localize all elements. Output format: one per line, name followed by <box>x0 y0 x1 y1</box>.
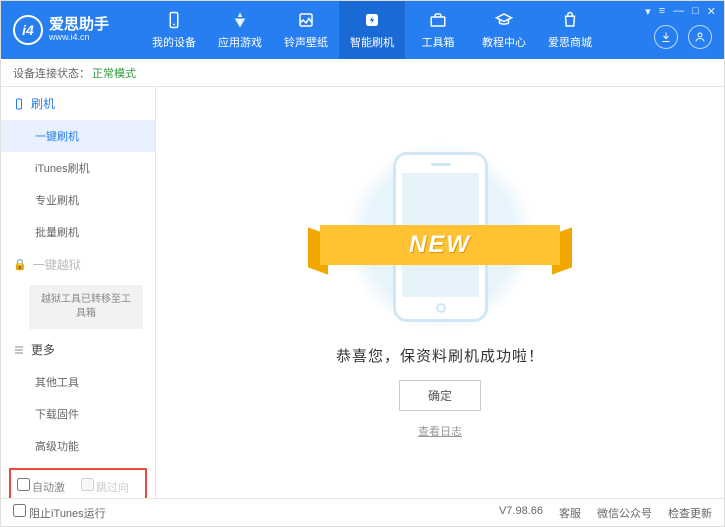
status-value: 正常模式 <box>92 65 136 81</box>
ribbon-text: NEW <box>409 231 471 259</box>
wallpaper-icon <box>296 10 316 30</box>
view-log-link[interactable]: 查看日志 <box>418 423 462 439</box>
group-title: 一键越狱 <box>33 256 81 273</box>
maximize-icon[interactable]: □ <box>692 5 699 18</box>
version-label: V7.98.66 <box>499 505 543 521</box>
nav-label: 我的设备 <box>152 34 196 50</box>
nav-label: 应用游戏 <box>218 34 262 50</box>
nav-my-device[interactable]: 我的设备 <box>141 1 207 59</box>
nav-label: 工具箱 <box>422 34 455 50</box>
close-icon[interactable]: ✕ <box>707 5 716 18</box>
sidebar-item-download[interactable]: 下载固件 <box>1 398 155 430</box>
list-icon <box>13 344 25 356</box>
tutorial-icon <box>494 10 514 30</box>
nav-ringtones[interactable]: 铃声壁纸 <box>273 1 339 59</box>
top-nav: 我的设备 应用游戏 铃声壁纸 智能刷机 工具箱 教程中心 <box>141 1 603 59</box>
nav-label: 智能刷机 <box>350 34 394 50</box>
download-button[interactable] <box>654 25 678 49</box>
phone-icon <box>164 10 184 30</box>
success-message: 恭喜您，保资料刷机成功啦！ <box>336 345 544 366</box>
app-title: 爱思助手 <box>49 17 109 34</box>
new-ribbon: NEW <box>320 225 560 265</box>
skip-guide-checkbox[interactable]: 跳过向导 <box>81 478 139 498</box>
sidebar-item-oneclick[interactable]: 一键刷机 <box>1 120 155 152</box>
sidebar-group-jailbreak: 🔒 一键越狱 <box>1 248 155 281</box>
nav-toolbox[interactable]: 工具箱 <box>405 1 471 59</box>
main-content: NEW 恭喜您，保资料刷机成功啦！ 确定 查看日志 <box>156 87 724 498</box>
success-illustration: NEW <box>330 147 550 327</box>
sidebar-item-batch[interactable]: 批量刷机 <box>1 216 155 248</box>
group-title: 更多 <box>31 341 55 358</box>
nav-store[interactable]: 爱思商城 <box>537 1 603 59</box>
group-title: 刷机 <box>31 95 55 112</box>
options-box: 自动激活 跳过向导 <box>9 468 147 498</box>
status-bar: 设备连接状态： 正常模式 <box>1 59 724 87</box>
lock-icon: 🔒 <box>13 258 27 271</box>
auto-activate-checkbox[interactable]: 自动激活 <box>17 478 75 498</box>
nav-label: 爱思商城 <box>548 34 592 50</box>
app-url: www.i4.cn <box>49 33 109 43</box>
status-label: 设备连接状态： <box>13 65 90 81</box>
menu-icon[interactable]: ▾ <box>645 5 651 18</box>
sidebar-item-other[interactable]: 其他工具 <box>1 366 155 398</box>
device-icon <box>13 98 25 110</box>
settings-icon[interactable]: ≡ <box>659 5 665 18</box>
block-itunes-checkbox[interactable]: 阻止iTunes运行 <box>13 504 106 521</box>
logo-area: i4 爱思助手 www.i4.cn <box>1 15 141 45</box>
sidebar-group-flash[interactable]: 刷机 <box>1 87 155 120</box>
footer-wechat[interactable]: 微信公众号 <box>597 505 652 521</box>
footer-update[interactable]: 检查更新 <box>668 505 712 521</box>
footer: 阻止iTunes运行 V7.98.66 客服 微信公众号 检查更新 <box>1 498 724 526</box>
nav-label: 铃声壁纸 <box>284 34 328 50</box>
sidebar: 刷机 一键刷机 iTunes刷机 专业刷机 批量刷机 🔒 一键越狱 越狱工具已转… <box>1 87 156 498</box>
user-button[interactable] <box>688 25 712 49</box>
ok-button[interactable]: 确定 <box>399 380 481 411</box>
nav-tutorials[interactable]: 教程中心 <box>471 1 537 59</box>
sidebar-item-pro[interactable]: 专业刷机 <box>1 184 155 216</box>
nav-flash[interactable]: 智能刷机 <box>339 1 405 59</box>
nav-apps[interactable]: 应用游戏 <box>207 1 273 59</box>
app-header: i4 爱思助手 www.i4.cn 我的设备 应用游戏 铃声壁纸 智能刷机 <box>1 1 724 59</box>
logo-icon: i4 <box>13 15 43 45</box>
store-icon <box>560 10 580 30</box>
apps-icon <box>230 10 250 30</box>
flash-icon <box>362 10 382 30</box>
sidebar-group-more[interactable]: 更多 <box>1 333 155 366</box>
nav-label: 教程中心 <box>482 34 526 50</box>
footer-support[interactable]: 客服 <box>559 505 581 521</box>
sidebar-item-itunes[interactable]: iTunes刷机 <box>1 152 155 184</box>
window-controls: ▾ ≡ — □ ✕ <box>645 5 716 18</box>
minimize-icon[interactable]: — <box>673 5 684 18</box>
sidebar-item-advanced[interactable]: 高级功能 <box>1 430 155 462</box>
toolbox-icon <box>428 10 448 30</box>
jailbreak-note: 越狱工具已转移至工具箱 <box>29 285 143 329</box>
